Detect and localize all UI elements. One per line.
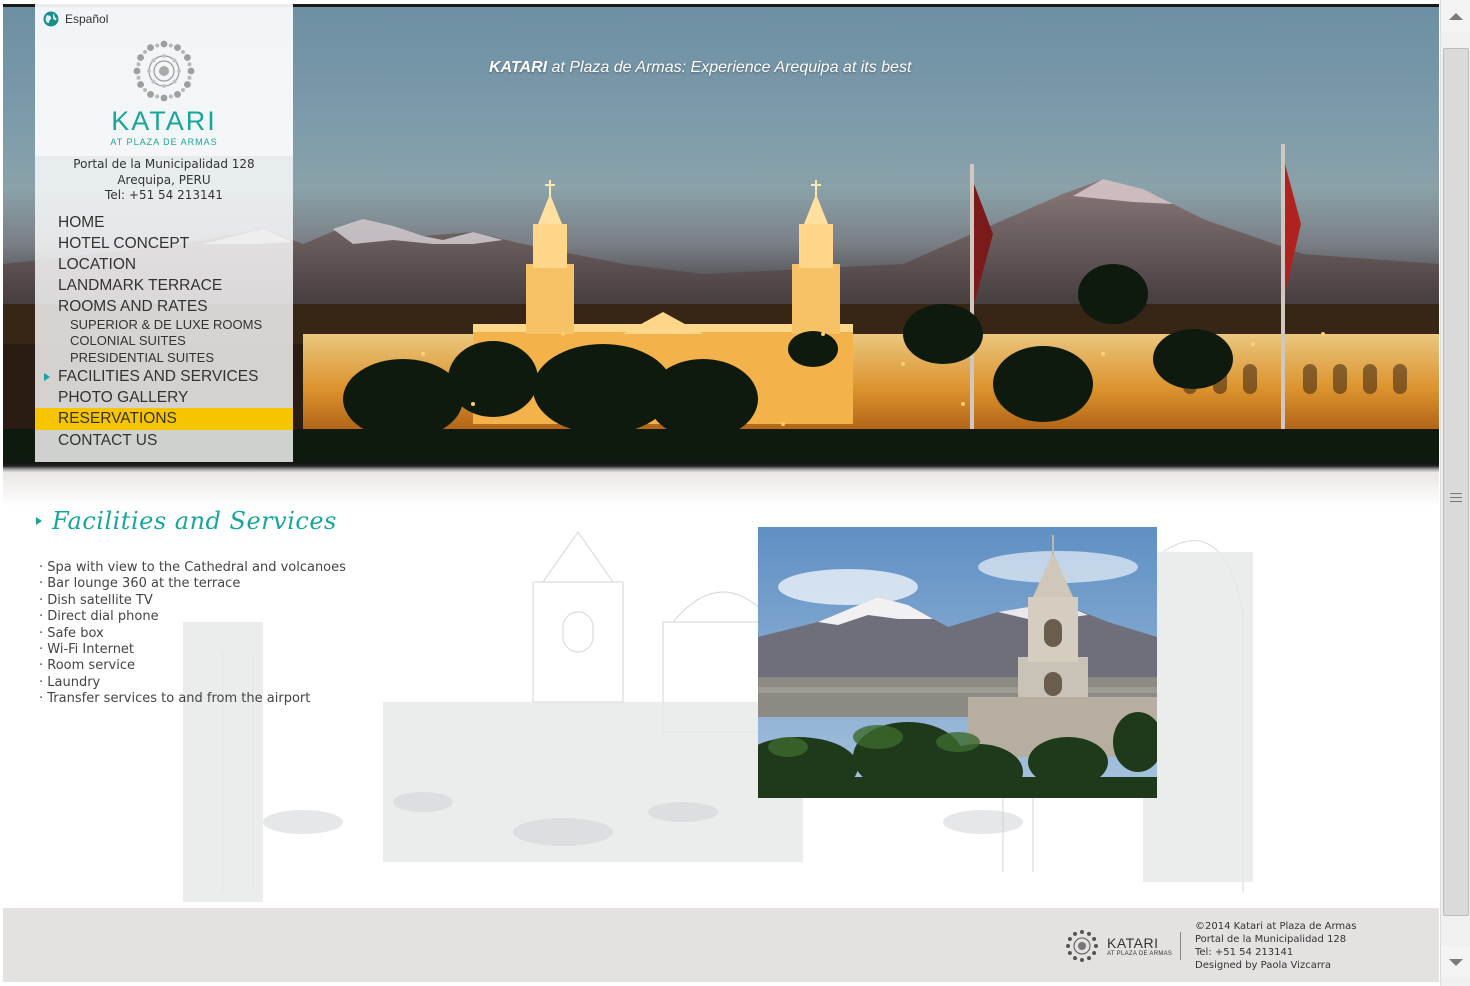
list-item: · Spa with view to the Cathedral and vol…: [39, 560, 346, 575]
section-title-text: Facilities and Services: [52, 507, 337, 535]
list-item: · Bar lounge 360 at the terrace: [39, 576, 241, 592]
address-line-2: Arequipa, PERU: [117, 172, 211, 187]
arrow-up-icon: [1449, 12, 1463, 20]
footer-phone: Tel: +51 54 213141: [1195, 947, 1294, 958]
list-item: · Dish satellite TV: [39, 592, 153, 608]
katari-logo-icon[interactable]: [127, 34, 201, 108]
list-item: · Laundry: [39, 674, 101, 690]
list-item: · Direct dial phone: [39, 609, 159, 625]
nav-home[interactable]: HOME: [35, 212, 293, 233]
footer-info: ©2014 Katari at Plaza de Armas Portal de…: [1195, 920, 1357, 972]
grip-icon: [1450, 493, 1462, 505]
title-arrow-icon: [36, 517, 42, 525]
facilities-list: · Spa with view to the Cathedral and vol…: [39, 560, 346, 708]
list-item: · Wi-Fi Internet: [39, 642, 135, 658]
hero-tagline-brand: KATARI: [489, 59, 548, 76]
address-phone: Tel: +51 54 213141: [105, 188, 223, 202]
footer-katari-logo-icon[interactable]: [1064, 928, 1100, 964]
cathedral-volcano-image: [758, 527, 1157, 798]
language-link[interactable]: Español: [43, 11, 108, 27]
nav-sub-presidential-suites[interactable]: PRESIDENTIAL SUITES: [35, 350, 293, 366]
list-item: · Safe box: [39, 625, 104, 641]
nav-photo-gallery[interactable]: PHOTO GALLERY: [35, 387, 293, 408]
hero-tagline-text: at Plaza de Armas: Experience Arequipa a…: [547, 59, 912, 76]
footer-address: Portal de la Municipalidad 128: [1195, 934, 1347, 945]
hero-bottom-border: [3, 462, 1439, 472]
hotel-address: Portal de la Municipalidad 128 Arequipa,…: [35, 157, 293, 204]
nav-facilities-label: FACILITIES AND SERVICES: [58, 367, 259, 385]
nav-facilities-and-services[interactable]: FACILITIES AND SERVICES: [35, 366, 293, 387]
scroll-up-button[interactable]: [1441, 0, 1470, 32]
arrow-down-icon: [1449, 958, 1463, 966]
cathedral-photo: [758, 527, 1157, 798]
main-nav: HOME HOTEL CONCEPT LOCATION LANDMARK TER…: [35, 212, 293, 451]
footer: KATARI AT PLAZA DE ARMAS ©2014 Katari at…: [3, 908, 1439, 982]
language-label: Español: [65, 12, 109, 26]
footer-credit[interactable]: Designed by Paola Vizcarra: [1195, 959, 1357, 972]
footer-divider: [1180, 932, 1181, 960]
brand-subtitle: AT PLAZA DE ARMAS: [110, 137, 218, 147]
section-title: Facilities and Services: [36, 507, 337, 535]
nav-location[interactable]: LOCATION: [35, 254, 293, 275]
address-line-1: Portal de la Municipalidad 128: [73, 157, 255, 171]
globe-icon: [43, 11, 59, 27]
nav-hotel-concept[interactable]: HOTEL CONCEPT: [35, 233, 293, 254]
nav-rooms-and-rates[interactable]: ROOMS AND RATES: [35, 296, 293, 317]
list-item: · Room service: [39, 658, 135, 674]
nav-sub-superior-deluxe[interactable]: SUPERIOR & DE LUXE ROOMS: [35, 317, 293, 333]
footer-brand-subtitle: AT PLAZA DE ARMAS: [1107, 951, 1173, 957]
nav-reservations[interactable]: RESERVATIONS: [35, 407, 293, 430]
list-item: · Transfer services to and from the airp…: [39, 691, 311, 707]
nav-contact-us[interactable]: CONTACT US: [35, 430, 293, 451]
page-frame: KATARI at Plaza de Armas: Experience Are…: [0, 0, 1440, 986]
nav-sub-colonial-suites[interactable]: COLONIAL SUITES: [35, 333, 293, 349]
brand-name[interactable]: KATARI: [35, 106, 293, 137]
footer-copyright: ©2014 Katari at Plaza de Armas: [1195, 921, 1357, 932]
current-page-arrow-icon: [44, 372, 50, 381]
hero-tagline: KATARI at Plaza de Armas: Experience Are…: [489, 59, 911, 77]
sidebar: Español KATARI AT PLAZA DE ARMAS Portal …: [35, 4, 293, 462]
footer-brand-name: KATARI: [1107, 935, 1159, 951]
nav-landmark-terrace[interactable]: LANDMARK TERRACE: [35, 275, 293, 296]
scroll-down-button[interactable]: [1441, 946, 1470, 978]
main-content: Facilities and Services · Spa with view …: [3, 472, 1439, 908]
vertical-scrollbar[interactable]: [1440, 0, 1470, 986]
scroll-thumb[interactable]: [1443, 48, 1469, 916]
